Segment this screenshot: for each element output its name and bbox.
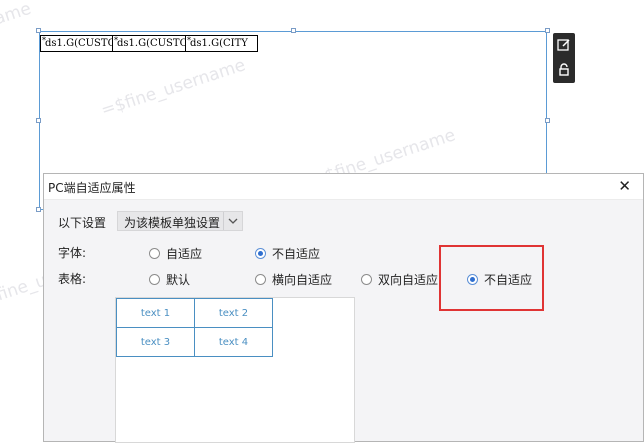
expand-marker: * bbox=[114, 36, 118, 45]
preview-cell: text 2 bbox=[194, 298, 273, 328]
unlock-icon[interactable] bbox=[553, 58, 575, 82]
radio-icon bbox=[361, 274, 372, 285]
radio-label: 不自适应 bbox=[272, 247, 321, 261]
header-cell[interactable]: * ds1.G(CUSTO bbox=[113, 35, 186, 52]
radio-icon bbox=[149, 248, 160, 259]
resize-handle[interactable] bbox=[291, 28, 296, 33]
close-icon[interactable]: ✕ bbox=[618, 177, 631, 195]
preview-cell: text 3 bbox=[116, 327, 195, 357]
resize-handle[interactable] bbox=[545, 118, 550, 123]
table-row: text 3 text 4 bbox=[116, 327, 273, 357]
watermark: fine_u bbox=[0, 270, 50, 306]
widget-side-toolbar bbox=[553, 33, 575, 83]
radio-label: 自适应 bbox=[166, 247, 203, 261]
settings-dropdown[interactable]: 为该模板单独设置 bbox=[117, 211, 243, 231]
table-label: 表格: bbox=[58, 272, 87, 286]
header-cell[interactable]: * ds1.G(CITY bbox=[186, 35, 258, 52]
radio-checked-icon bbox=[255, 248, 266, 259]
resize-handle[interactable] bbox=[545, 28, 550, 33]
resize-handle[interactable] bbox=[36, 207, 41, 212]
preview-cell: text 4 bbox=[194, 327, 273, 357]
table-option-horizontal-adaptive[interactable]: 横向自适应 bbox=[255, 271, 332, 288]
header-cell-text: ds1.G(CUSTO bbox=[117, 38, 186, 49]
preview-table: text 1 text 2 text 3 text 4 bbox=[116, 298, 273, 357]
edit-icon[interactable] bbox=[553, 33, 575, 57]
radio-icon bbox=[255, 274, 266, 285]
chevron-down-icon bbox=[223, 212, 242, 230]
header-cell[interactable]: * ds1.G(CUSTO bbox=[40, 35, 113, 52]
settings-selected-value: 为该模板单独设置 bbox=[124, 216, 221, 230]
report-header-row: * ds1.G(CUSTO * ds1.G(CUSTO * ds1.G(CITY bbox=[40, 35, 258, 52]
radio-label: 默认 bbox=[166, 273, 191, 287]
font-option-non-adaptive[interactable]: 不自适应 bbox=[255, 245, 320, 262]
expand-marker: * bbox=[42, 36, 46, 45]
expand-marker: * bbox=[187, 36, 191, 45]
preview-cell: text 1 bbox=[116, 298, 195, 328]
header-cell-text: ds1.G(CUSTO bbox=[45, 38, 113, 49]
watermark: ame bbox=[0, 0, 34, 30]
table-option-bidirectional-adaptive[interactable]: 双向自适应 bbox=[361, 271, 438, 288]
highlight-annotation bbox=[439, 245, 544, 311]
table-preview: text 1 text 2 text 3 text 4 bbox=[115, 297, 355, 443]
dialog-title: PC端自适应属性 bbox=[48, 181, 136, 195]
resize-handle[interactable] bbox=[36, 28, 41, 33]
radio-label: 双向自适应 bbox=[378, 273, 439, 287]
table-option-default[interactable]: 默认 bbox=[149, 271, 190, 288]
font-option-adaptive[interactable]: 自适应 bbox=[149, 245, 202, 262]
font-label: 字体: bbox=[58, 246, 87, 260]
resize-handle[interactable] bbox=[36, 118, 41, 123]
radio-label: 横向自适应 bbox=[272, 273, 333, 287]
header-cell-text: ds1.G(CITY bbox=[190, 38, 248, 49]
dialog-titlebar[interactable]: PC端自适应属性 ✕ bbox=[44, 174, 643, 200]
pc-adaptive-properties-dialog: PC端自适应属性 ✕ 以下设置 为该模板单独设置 字体: 自适应 不自适应 表格… bbox=[43, 173, 644, 443]
table-row: text 1 text 2 bbox=[116, 298, 273, 328]
settings-label: 以下设置 bbox=[58, 216, 107, 230]
radio-icon bbox=[149, 274, 160, 285]
